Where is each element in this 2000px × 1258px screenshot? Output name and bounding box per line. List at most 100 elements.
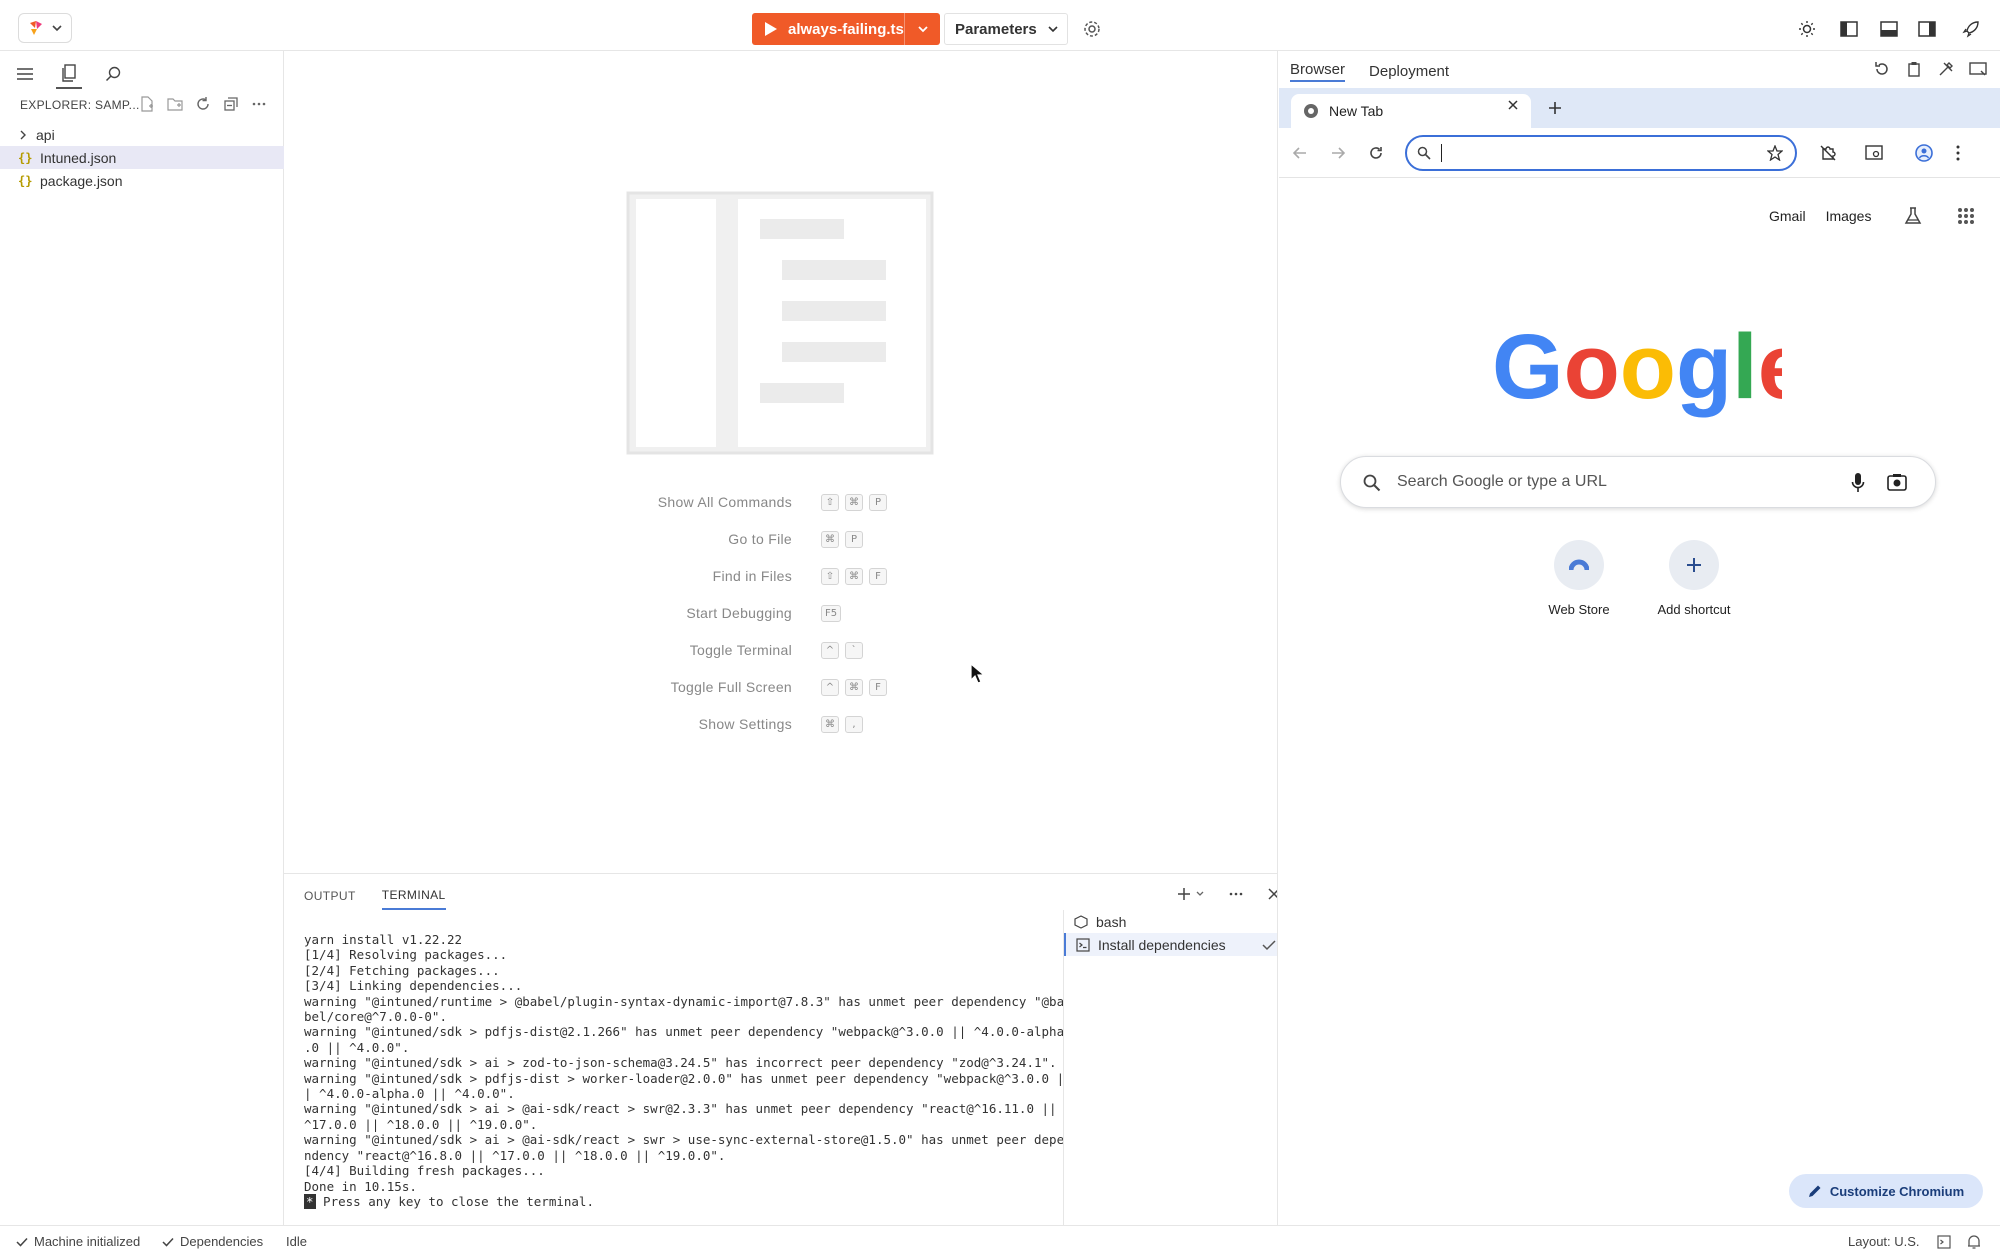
run-button[interactable]: always-failing.ts [752, 13, 940, 45]
new-tab-button[interactable] [1545, 98, 1565, 118]
ntp-top-links: Gmail Images [1769, 206, 1975, 226]
tree-item-label: package.json [40, 172, 123, 189]
explorer-view-button[interactable] [56, 59, 82, 89]
refresh-icon [197, 97, 209, 110]
status-terminal-button[interactable] [1934, 1233, 1954, 1251]
plus-icon [1178, 888, 1190, 900]
search-view-button[interactable] [100, 59, 126, 89]
shortcut-label: Show Settings [698, 716, 792, 732]
terminal-line: [2/4] Fetching packages... [304, 962, 500, 978]
customize-chromium-button[interactable]: Customize Chromium [1789, 1174, 1983, 1208]
collapse-all-icon [224, 97, 238, 111]
new-folder-button[interactable] [166, 94, 184, 114]
right-panel-tabs: Browser Deployment [1290, 59, 1449, 83]
tools-icon [1939, 62, 1953, 76]
cast-button[interactable] [1968, 59, 1988, 79]
shortcut-web-store[interactable]: Web Store [1523, 540, 1635, 617]
toggle-bottom-panel-button[interactable] [1876, 17, 1902, 41]
terminal-item-bash[interactable]: bash [1064, 910, 1278, 933]
status-machine[interactable]: Machine initialized [16, 1234, 140, 1249]
status-keyboard-layout[interactable]: Layout: U.S. [1848, 1234, 1920, 1249]
terminal-line: [1/4] Resolving packages... [304, 947, 508, 963]
tree-file-intuned-json[interactable]: {} Intuned.json [0, 146, 284, 169]
deploy-button[interactable] [1958, 17, 1984, 41]
tab-output[interactable]: OUTPUT [304, 882, 356, 910]
shortcut-go-to-file: Go to File ⌘ P [284, 531, 1277, 551]
new-file-icon [141, 96, 153, 112]
labs-flask-icon[interactable] [1903, 206, 1923, 226]
profile-icon [1915, 144, 1933, 162]
terminal-line: [3/4] Linking dependencies... [304, 978, 523, 994]
forward-button[interactable] [1327, 142, 1349, 164]
theme-toggle-button[interactable] [1794, 17, 1820, 41]
key: ⇧ [821, 568, 839, 585]
check-icon [162, 1237, 174, 1247]
app-logo-icon [30, 21, 42, 35]
undo-icon [1875, 62, 1888, 75]
explorer-more-button[interactable] [250, 94, 268, 114]
new-terminal-button[interactable] [1174, 884, 1208, 904]
run-dropdown-button[interactable] [904, 13, 940, 45]
tree-file-package-json[interactable]: {} package.json [0, 169, 284, 192]
refresh-explorer-button[interactable] [194, 94, 212, 114]
clipboard-button[interactable] [1904, 59, 1924, 79]
json-file-icon: {} [18, 150, 33, 165]
images-link[interactable]: Images [1826, 208, 1872, 224]
terminal-line: warning "@intuned/sdk > ai > @ai-sdk/rea… [304, 1132, 1065, 1148]
key: ⌘ [845, 568, 863, 585]
notifications-button[interactable] [1964, 1233, 1984, 1251]
new-folder-icon [167, 98, 183, 111]
terminal-item-install-dependencies[interactable]: Install dependencies [1064, 933, 1278, 956]
status-dependencies[interactable]: Dependencies [162, 1234, 263, 1249]
app-menu-button[interactable] [18, 13, 72, 43]
toggle-right-panel-button[interactable] [1914, 17, 1940, 41]
sun-icon [1799, 21, 1815, 37]
side-panel-button[interactable] [1863, 142, 1885, 164]
status-idle: Idle [286, 1234, 307, 1249]
address-bar[interactable] [1405, 135, 1797, 171]
profile-button[interactable] [1913, 142, 1935, 164]
panel-more-button[interactable] [1226, 884, 1246, 904]
shortcut-show-all-commands: Show All Commands ⇧ ⌘ P [284, 494, 1277, 514]
terminal-output[interactable]: yarn install v1.22.22 [1/4] Resolving pa… [304, 932, 1084, 1222]
key: , [845, 716, 863, 733]
collapse-all-button[interactable] [222, 94, 240, 114]
run-settings-button[interactable] [1080, 17, 1104, 41]
key: ^ [821, 642, 839, 659]
status-bar: Machine initialized Dependencies Idle La… [0, 1225, 2000, 1258]
tab-terminal[interactable]: TERMINAL [381, 882, 446, 910]
toggle-left-panel-button[interactable] [1836, 17, 1862, 41]
layout-bottom-icon [1880, 21, 1898, 37]
terminal-line: warning "@intuned/sdk > pdfjs-dist@2.1.2… [304, 1024, 1065, 1040]
clipboard-icon [1908, 62, 1920, 77]
browser-tab[interactable]: New Tab [1291, 94, 1531, 128]
tools-button[interactable] [1936, 59, 1956, 79]
apps-grid-icon[interactable] [1957, 207, 1975, 225]
close-tab-button[interactable] [1505, 97, 1521, 113]
back-button[interactable] [1289, 142, 1311, 164]
extensions-button[interactable] [1817, 142, 1839, 164]
microphone-icon[interactable] [1851, 472, 1865, 494]
key: F [869, 679, 887, 696]
browser-menu-button[interactable] [1947, 142, 1969, 164]
menu-button[interactable] [12, 59, 38, 89]
camera-lens-icon[interactable] [1887, 473, 1907, 491]
reload-button[interactable] [1365, 142, 1387, 164]
customize-label: Customize Chromium [1829, 1183, 1965, 1199]
parameters-dropdown[interactable]: Parameters [944, 13, 1068, 45]
tree-folder-api[interactable]: api [0, 123, 284, 146]
terminal-item-label: Install dependencies [1098, 936, 1226, 953]
ntp-search-box[interactable]: Search Google or type a URL [1340, 456, 1936, 508]
chevron-right-icon [20, 130, 26, 139]
terminal-line: yarn install v1.22.22 [304, 932, 463, 947]
tab-browser[interactable]: Browser [1290, 61, 1346, 82]
search-icon [1417, 146, 1431, 160]
status-idle-label: Idle [286, 1234, 307, 1249]
reload-browser-button[interactable] [1872, 59, 1892, 79]
tab-deployment[interactable]: Deployment [1369, 63, 1449, 80]
terminal-line: ndency "react@^16.8.0 || ^17.0.0 || ^18.… [304, 1147, 726, 1163]
gmail-link[interactable]: Gmail [1769, 208, 1806, 224]
new-file-button[interactable] [138, 94, 156, 114]
key: ⌘ [845, 679, 863, 696]
shortcut-add[interactable]: Add shortcut [1638, 540, 1750, 617]
